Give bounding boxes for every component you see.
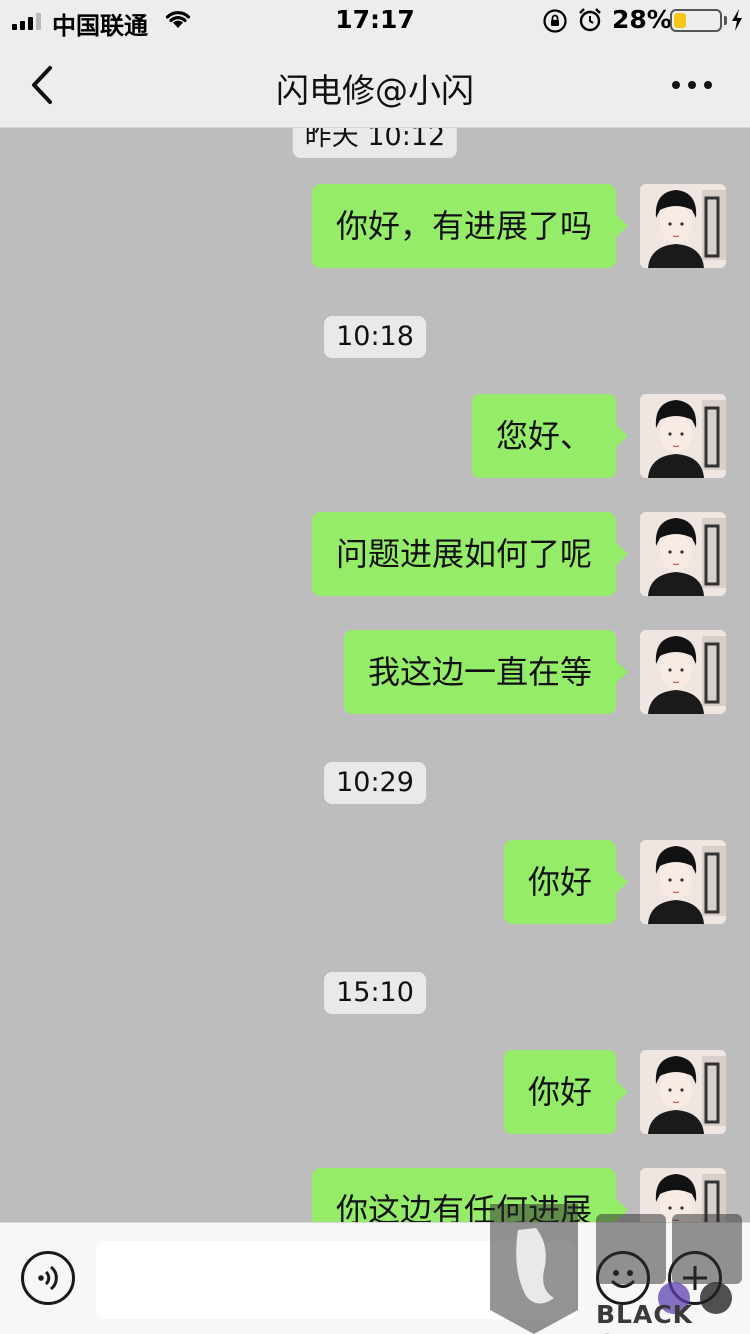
message-row: 问题进展如何了呢: [311, 512, 726, 596]
voice-input-icon[interactable]: [21, 1251, 75, 1305]
avatar-portrait-icon: [640, 630, 726, 714]
avatar-portrait-icon: [640, 394, 726, 478]
charging-bolt-icon: [732, 9, 742, 31]
alarm-icon: [579, 8, 601, 32]
battery-percent: 28%: [612, 5, 672, 34]
timestamp: 15:10: [324, 972, 426, 1014]
message-row: 您好、: [471, 394, 726, 478]
message-bubble[interactable]: 你好: [503, 1050, 629, 1134]
avatar-portrait-icon: [640, 512, 726, 596]
chat-title: 闪电修@小闪: [276, 71, 474, 110]
watermark-text: BLACK CAT: [596, 1300, 694, 1334]
avatar[interactable]: [640, 184, 726, 268]
message-bubble[interactable]: 你好，有进展了吗: [311, 184, 629, 268]
message-row: 你好: [503, 840, 726, 924]
avatar-portrait-icon: [640, 840, 726, 924]
avatar[interactable]: [640, 1050, 726, 1134]
more-dots-icon[interactable]: [672, 70, 720, 100]
avatar[interactable]: [640, 394, 726, 478]
timestamp: 10:29: [324, 762, 426, 804]
avatar[interactable]: [640, 840, 726, 924]
battery-fill: [674, 13, 686, 28]
timestamp: 昨天 10:12: [292, 128, 458, 158]
status-bar: 中国联通 17:17 28%: [0, 0, 750, 40]
avatar[interactable]: [640, 630, 726, 714]
message-bubble[interactable]: 你好: [503, 840, 629, 924]
message-bubble[interactable]: 我这边一直在等: [343, 630, 629, 714]
timestamp: 10:18: [324, 316, 426, 358]
message-row: 你好: [503, 1050, 726, 1134]
orientation-lock-icon: [543, 9, 567, 33]
message-bubble[interactable]: 问题进展如何了呢: [311, 512, 629, 596]
message-row: 你好，有进展了吗: [311, 184, 726, 268]
message-row: 我这边一直在等: [343, 630, 726, 714]
battery-icon: [670, 9, 722, 32]
avatar[interactable]: [640, 512, 726, 596]
chat-area[interactable]: 昨天 10:12 你好，有进展了吗 10:18 您好、 问题进展如何了呢 我这边…: [0, 128, 750, 1222]
avatar-portrait-icon: [640, 184, 726, 268]
battery-cap: [724, 16, 727, 25]
avatar-portrait-icon: [640, 1050, 726, 1134]
message-bubble[interactable]: 您好、: [471, 394, 629, 478]
nav-bar: 闪电修@小闪: [0, 40, 750, 128]
